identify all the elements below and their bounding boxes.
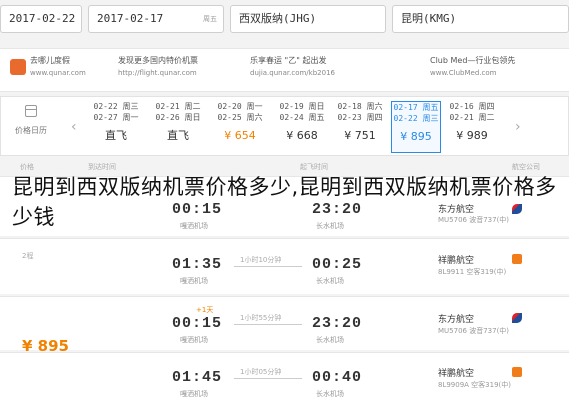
flight-row[interactable]: 2程 01:35 嘎洒机场 1小时10分钟 00:25 长水机场 祥鹏航空 8L… — [0, 238, 569, 294]
ad-url: www.ClubMed.com — [430, 69, 497, 77]
date-return: 02-25 周六 — [217, 113, 263, 122]
date-cell[interactable]: 02-21 周二 02-26 周日 直飞 — [153, 101, 203, 153]
date-cell[interactable]: 02-20 周一 02-25 周六 ¥ 654 — [215, 101, 265, 153]
calendar-label: 价格日历 — [15, 126, 47, 135]
depart-date-input[interactable]: 2017-02-17 周五 — [88, 5, 224, 33]
col-price[interactable]: 价格 — [20, 162, 34, 172]
airline-name: 祥鹏航空 — [438, 256, 475, 266]
calendar-icon — [25, 105, 37, 117]
airline-logo-icon — [512, 367, 522, 377]
ad-title: 去哪儿度假 — [30, 56, 70, 65]
col-arrival[interactable]: 到达时间 — [88, 162, 116, 172]
arrival-time: 00:15 — [172, 315, 223, 332]
destination-value: 西双版纳(JHG) — [239, 12, 317, 25]
ad-item-dujia[interactable]: 乐享春运 "乙" 起出发 dujia.qunar.com/kb2016 — [250, 55, 335, 79]
airline-name: 祥鹏航空 — [438, 369, 475, 379]
chevron-left-icon[interactable]: ‹ — [71, 119, 77, 135]
date-price: 直飞 — [167, 129, 189, 142]
date-depart: 02-19 周日 — [279, 102, 325, 111]
trip-count: 2程 — [22, 252, 34, 260]
col-departure[interactable]: 起飞时间 — [300, 162, 328, 172]
date-depart: 02-22 周三 — [93, 102, 139, 111]
ad-title: 发现更多国内特价机票 — [118, 56, 198, 65]
ad-url: http://flight.qunar.com — [118, 69, 197, 77]
date-return: 02-23 周四 — [337, 113, 383, 122]
date-return: 02-27 周一 — [93, 113, 139, 122]
date-price: ¥ 654 — [224, 129, 256, 142]
ad-row: 去哪儿度假 www.qunar.com 发现更多国内特价机票 http://fl… — [0, 48, 569, 92]
search-bar: 2017-02-22 2017-02-17 周五 西双版纳(JHG) 昆明(KM… — [0, 0, 569, 40]
date-depart: 02-17 周五 — [393, 103, 439, 112]
chevron-right-icon[interactable]: › — [515, 119, 521, 135]
date-cell[interactable]: 02-19 周日 02-24 周五 ¥ 668 — [277, 101, 327, 153]
ad-item-clubmed[interactable]: Club Med—行业包领先 www.ClubMed.com — [430, 55, 515, 79]
flight-number: MU5706 波音737(中) — [438, 327, 510, 335]
overlay-caption: 昆明到西双版纳机票价格多少,昆明到西双版纳机票价格多少钱 — [12, 175, 557, 229]
date-strip: 价格日历 ‹ 02-22 周三 02-27 周一 直飞 02-21 周二 02-… — [0, 96, 569, 156]
departure-time: 23:20 — [312, 315, 363, 332]
airline-logo-icon — [512, 254, 522, 264]
departure-airport: 长水机场 — [316, 277, 344, 285]
price-calendar-button[interactable]: 价格日历 — [7, 105, 55, 136]
ad-title: 乐享春运 "乙" 起出发 — [250, 56, 327, 65]
ad-url: www.qunar.com — [30, 69, 86, 77]
qunar-logo-icon — [10, 59, 26, 75]
arrival-airport: 嘎洒机场 — [180, 277, 208, 285]
flight-duration: 1小时10分钟 — [240, 256, 282, 264]
date-cell[interactable]: 02-16 周四 02-21 周二 ¥ 989 — [447, 101, 497, 153]
date-price: 直飞 — [105, 129, 127, 142]
next-day-badge: +1天 — [196, 306, 214, 314]
departure-airport: 长水机场 — [316, 390, 344, 398]
airline-name: 东方航空 — [438, 315, 475, 325]
flight-row[interactable]: ¥ 895 +1天 00:15 嘎洒机场 1小时55分钟 23:20 长水机场 … — [0, 296, 569, 355]
date-cell[interactable]: 02-18 周六 02-23 周四 ¥ 751 — [335, 101, 385, 153]
arrival-airport: 嘎洒机场 — [180, 390, 208, 398]
depart-weekday: 周五 — [203, 15, 217, 23]
origin-value: 昆明(KMG) — [401, 12, 457, 25]
date-depart: 02-18 周六 — [337, 102, 383, 111]
arrival-time: 01:45 — [172, 369, 223, 386]
date-price: ¥ 989 — [456, 129, 488, 142]
date-return: 02-22 周三 — [393, 114, 439, 123]
duration-line — [234, 266, 302, 267]
date-return: 02-24 周五 — [279, 113, 325, 122]
duration-line — [234, 324, 302, 325]
flight-row[interactable]: 01:45 嘎洒机场 1小时05分钟 00:40 长水机场 祥鹏航空 8L990… — [0, 352, 569, 400]
date-return: 02-21 周二 — [449, 113, 495, 122]
flight-number: 8L9909A 空客319(中) — [438, 381, 512, 389]
date-depart: 02-16 周四 — [449, 102, 495, 111]
departure-time: 00:25 — [312, 256, 363, 273]
return-date-input[interactable]: 2017-02-22 — [0, 5, 82, 33]
date-cell[interactable]: 02-22 周三 02-27 周一 直飞 — [91, 101, 141, 153]
date-return: 02-26 周日 — [155, 113, 201, 122]
flight-duration: 1小时05分钟 — [240, 368, 282, 376]
destination-input[interactable]: 西双版纳(JHG) — [230, 5, 386, 33]
depart-date-value: 2017-02-17 — [97, 12, 164, 25]
departure-airport: 长水机场 — [316, 336, 344, 344]
return-date-value: 2017-02-22 — [9, 12, 76, 25]
date-price: ¥ 751 — [344, 129, 376, 142]
departure-time: 00:40 — [312, 369, 363, 386]
date-depart: 02-20 周一 — [217, 102, 263, 111]
ad-title: Club Med—行业包领先 — [430, 56, 516, 65]
date-cell-selected[interactable]: 02-17 周五 02-22 周三 ¥ 895 — [391, 101, 441, 153]
ad-item-qunar[interactable]: 去哪儿度假 www.qunar.com — [30, 55, 86, 79]
col-airline[interactable]: 航空公司 — [512, 162, 540, 172]
arrival-time: 01:35 — [172, 256, 223, 273]
duration-line — [234, 378, 302, 379]
flight-duration: 1小时55分钟 — [240, 314, 282, 322]
ad-url: dujia.qunar.com/kb2016 — [250, 69, 335, 77]
date-price: ¥ 895 — [400, 130, 432, 143]
ad-item-flight[interactable]: 发现更多国内特价机票 http://flight.qunar.com — [118, 55, 198, 79]
arrival-airport: 嘎洒机场 — [180, 336, 208, 344]
date-price: ¥ 668 — [286, 129, 318, 142]
origin-input[interactable]: 昆明(KMG) — [392, 5, 569, 33]
date-depart: 02-21 周二 — [155, 102, 201, 111]
airline-logo-icon — [512, 313, 522, 323]
flight-number: 8L9911 空客319(中) — [438, 268, 507, 276]
